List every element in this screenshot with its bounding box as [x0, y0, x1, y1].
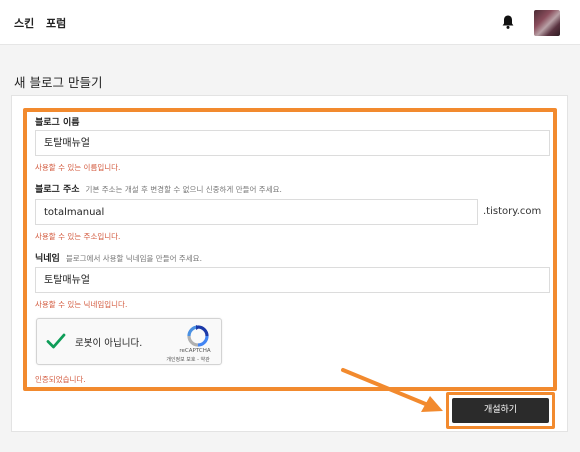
nickname-label-text: 닉네임 [35, 254, 60, 264]
recaptcha-links[interactable]: 개인정보 보호 - 약관 [155, 356, 221, 363]
avatar[interactable] [534, 10, 560, 36]
blog-address-label-text: 블로그 주소 [35, 185, 80, 195]
page-title: 새 블로그 만들기 [14, 75, 103, 90]
recaptcha-widget[interactable]: 로봇이 아닙니다. reCAPTCHA 개인정보 보호 - 약관 [36, 318, 222, 365]
nav-skin[interactable]: 스킨 [14, 15, 34, 31]
nav-forum[interactable]: 포럼 [46, 15, 66, 31]
nickname-input[interactable]: 토탈매뉴얼 [35, 267, 550, 293]
recaptcha-brand: reCAPTCHA [179, 348, 211, 354]
blog-name-validation: 사용할 수 있는 이름입니다. [35, 163, 121, 172]
nickname-validation: 사용할 수 있는 닉네임입니다. [35, 300, 128, 309]
blog-address-input[interactable]: totalmanual [35, 199, 478, 225]
nickname-hint: 블로그에서 사용할 닉네임을 만들어 주세요. [65, 254, 202, 263]
recaptcha-logo-icon [187, 325, 209, 347]
blog-address-hint: 기본 주소는 개설 후 변경할 수 없으니 신중하게 만들어 주세요. [85, 185, 282, 194]
checkmark-icon[interactable] [46, 331, 66, 351]
blog-address-label: 블로그 주소 기본 주소는 개설 후 변경할 수 없으니 신중하게 만들어 주세요… [35, 182, 282, 195]
blog-name-label: 블로그 이름 [35, 118, 80, 128]
blog-name-input[interactable]: 토탈매뉴얼 [35, 130, 550, 156]
recaptcha-label: 로봇이 아닙니다. [75, 338, 143, 349]
create-blog-button[interactable]: 개설하기 [452, 398, 549, 423]
blog-address-validation: 사용할 수 있는 주소입니다. [35, 232, 121, 241]
verified-text: 인증되었습니다. [35, 375, 86, 384]
blog-address-suffix: .tistory.com [483, 206, 542, 217]
bell-icon[interactable] [501, 14, 515, 30]
top-bar: 스킨 포럼 [0, 0, 580, 45]
nickname-label: 닉네임 블로그에서 사용할 닉네임을 만들어 주세요. [35, 251, 202, 264]
